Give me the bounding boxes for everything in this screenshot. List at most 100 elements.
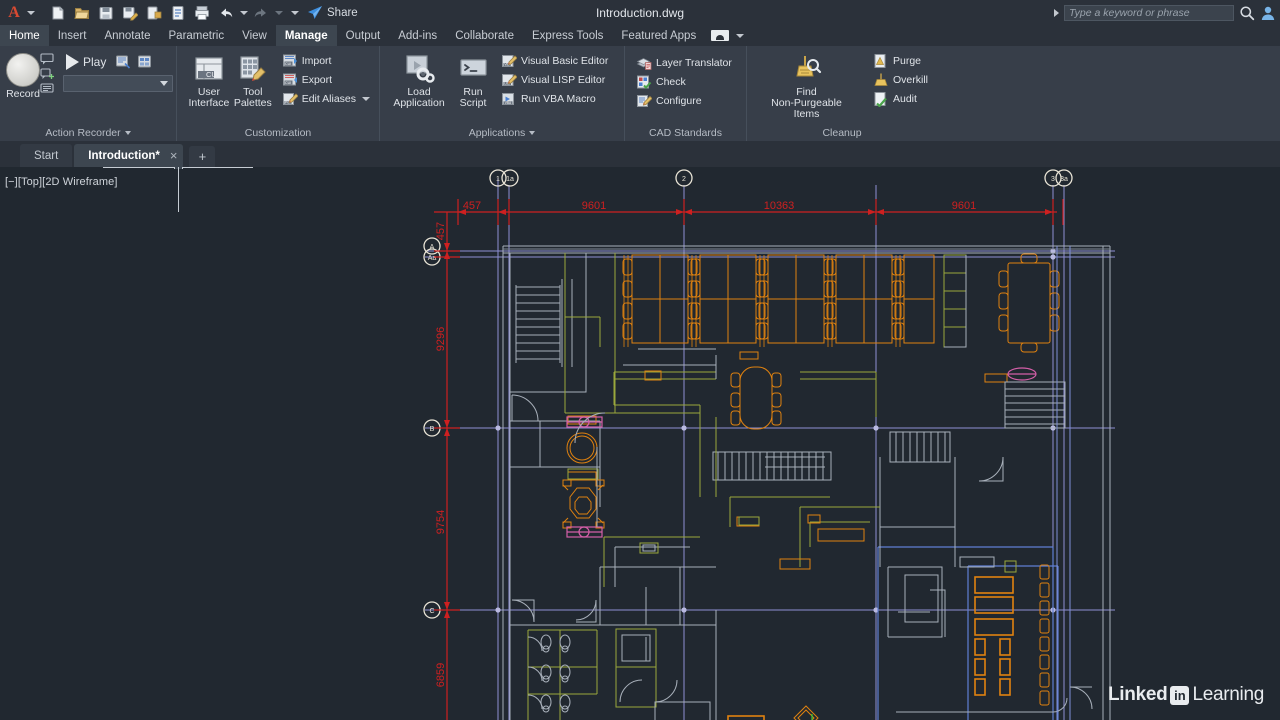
diamond-markers: [793, 705, 819, 720]
overkill-button[interactable]: Overkill: [870, 71, 931, 89]
configure-standards-button[interactable]: Configure: [633, 92, 735, 110]
purge-label: Purge: [892, 55, 922, 67]
lisp-editor-icon: LISP: [502, 74, 517, 86]
insert-message-icon[interactable]: [40, 53, 55, 65]
tab-featured-apps[interactable]: Featured Apps: [612, 25, 705, 46]
customize-qat-icon[interactable]: [291, 10, 299, 15]
load-application-button[interactable]: Load Application: [388, 51, 450, 111]
audit-label: Audit: [892, 93, 917, 105]
tab-collaborate[interactable]: Collaborate: [446, 25, 523, 46]
audit-button[interactable]: Audit: [870, 90, 931, 108]
save-icon[interactable]: [95, 2, 117, 23]
load-application-icon: [406, 55, 435, 83]
chevron-down-icon[interactable]: [27, 10, 35, 15]
check-standards-button[interactable]: Check: [633, 73, 735, 91]
panel-cad-standards: Layer Translator Check Configure CAD Sta…: [625, 46, 747, 141]
redo-dropdown-icon[interactable]: [275, 10, 283, 15]
redo-icon[interactable]: [250, 2, 272, 23]
import-cui-button[interactable]: CUI Import: [279, 52, 373, 70]
layer-translator-button[interactable]: Layer Translator: [633, 54, 735, 72]
plot-icon[interactable]: [191, 2, 213, 23]
svg-text:VBA: VBA: [505, 101, 512, 105]
tab-express-tools[interactable]: Express Tools: [523, 25, 612, 46]
tab-insert[interactable]: Insert: [49, 25, 96, 46]
tab-view[interactable]: View: [233, 25, 276, 46]
new-tab-button[interactable]: +: [189, 146, 216, 167]
edit-aliases-icon: PGP: [282, 93, 298, 105]
tab-manage[interactable]: Manage: [275, 25, 337, 46]
panel-label-action-recorder[interactable]: Action Recorder: [0, 124, 176, 141]
panel-label-customization: Customization: [177, 124, 379, 141]
play-button[interactable]: Play: [63, 53, 109, 71]
file-tab-start[interactable]: Start: [20, 144, 73, 167]
search-expander-icon[interactable]: [1054, 8, 1059, 17]
chevron-down-icon[interactable]: [736, 33, 745, 38]
undo-icon[interactable]: [215, 2, 237, 23]
manage-action-macros-icon[interactable]: [137, 54, 153, 70]
tab-parametric[interactable]: Parametric: [160, 25, 234, 46]
configure-standards-icon: [637, 95, 652, 107]
open-file-icon[interactable]: [71, 2, 93, 23]
insert-user-input-icon[interactable]: [40, 68, 55, 80]
publish-icon[interactable]: [143, 2, 165, 23]
layer-translator-icon: [636, 58, 652, 70]
user-account-icon[interactable]: [1260, 5, 1276, 21]
workspace-switch-button[interactable]: [711, 25, 745, 46]
share-plane-icon: [308, 5, 322, 19]
dimension-value: 9296: [435, 327, 447, 351]
find-non-purgeable-button[interactable]: Find Non-Purgeable Items: [757, 51, 856, 122]
record-button[interactable]: Record: [6, 51, 40, 102]
tab-connector-stem: [178, 167, 179, 212]
workstation-clusters: [622, 254, 935, 347]
share-button[interactable]: Share: [307, 5, 358, 21]
application-menu-button[interactable]: A: [0, 4, 35, 22]
visual-basic-editor-button[interactable]: VBA Visual Basic Editor: [498, 52, 611, 70]
horizontal-dimension-string: 457 9601 10363 9601: [457, 199, 1064, 225]
panel-label-cleanup: Cleanup: [747, 124, 937, 141]
chevron-down-icon[interactable]: [362, 97, 370, 101]
quick-access-toolbar: Share: [47, 2, 358, 23]
ribbon-panel-bar: Record Play Action Recorder CUI User Int…: [0, 46, 1280, 141]
export-cui-button[interactable]: CUI Export: [279, 71, 373, 89]
cabinet-block: [727, 715, 765, 720]
run-vba-macro-button[interactable]: VBA Run VBA Macro: [498, 90, 611, 108]
tool-palettes-label: Tool Palettes: [233, 86, 272, 109]
stair-run-upper: [889, 431, 951, 463]
run-script-button[interactable]: Run Script: [450, 51, 496, 111]
panel-label-applications[interactable]: Applications: [380, 124, 624, 141]
purge-button[interactable]: Purge: [870, 52, 931, 70]
new-file-icon[interactable]: [47, 2, 69, 23]
close-icon[interactable]: ×: [170, 148, 178, 163]
run-vba-macro-label: Run VBA Macro: [521, 93, 596, 105]
octagonal-table: [562, 479, 605, 529]
panel-title: Customization: [244, 126, 312, 139]
desk-unit: [984, 373, 1008, 383]
edit-aliases-button[interactable]: PGP Edit Aliases: [279, 90, 373, 108]
search-icon[interactable]: [1239, 5, 1255, 21]
vertical-dimension-string: 457 9296 9754 6859: [434, 211, 460, 720]
save-as-icon[interactable]: [119, 2, 141, 23]
file-tab-introduction[interactable]: Introduction* ×: [74, 144, 184, 167]
preferences-icon[interactable]: [115, 54, 131, 70]
tab-annotate[interactable]: Annotate: [95, 25, 159, 46]
playback-step-icon[interactable]: [40, 83, 55, 95]
overkill-label: Overkill: [892, 74, 928, 86]
drawing-canvas[interactable]: [−][Top][2D Wireframe] .w { stroke:#a8b0…: [0, 167, 1280, 720]
panel-applications: Load Application Run Script VBA Visual Bas…: [380, 46, 625, 141]
action-macro-combo[interactable]: [63, 75, 173, 92]
plot-preview-icon[interactable]: [167, 2, 189, 23]
share-label: Share: [327, 6, 358, 19]
undo-dropdown-icon[interactable]: [240, 10, 248, 15]
user-interface-button[interactable]: CUI User Interface: [187, 51, 231, 111]
tab-add-ins[interactable]: Add-ins: [389, 25, 446, 46]
storage-shelving: [943, 254, 967, 348]
purge-icon: [874, 54, 886, 68]
linkedin-in-badge-icon: in: [1170, 685, 1190, 705]
search-input[interactable]: [1069, 6, 1229, 19]
tool-palettes-button[interactable]: Tool Palettes: [231, 51, 275, 111]
help-search-box[interactable]: [1064, 4, 1234, 21]
tab-output[interactable]: Output: [337, 25, 390, 46]
viewport-control-label[interactable]: [−][Top][2D Wireframe]: [5, 176, 118, 188]
tab-home[interactable]: Home: [0, 25, 49, 46]
visual-lisp-editor-button[interactable]: LISP Visual LISP Editor: [498, 71, 611, 89]
